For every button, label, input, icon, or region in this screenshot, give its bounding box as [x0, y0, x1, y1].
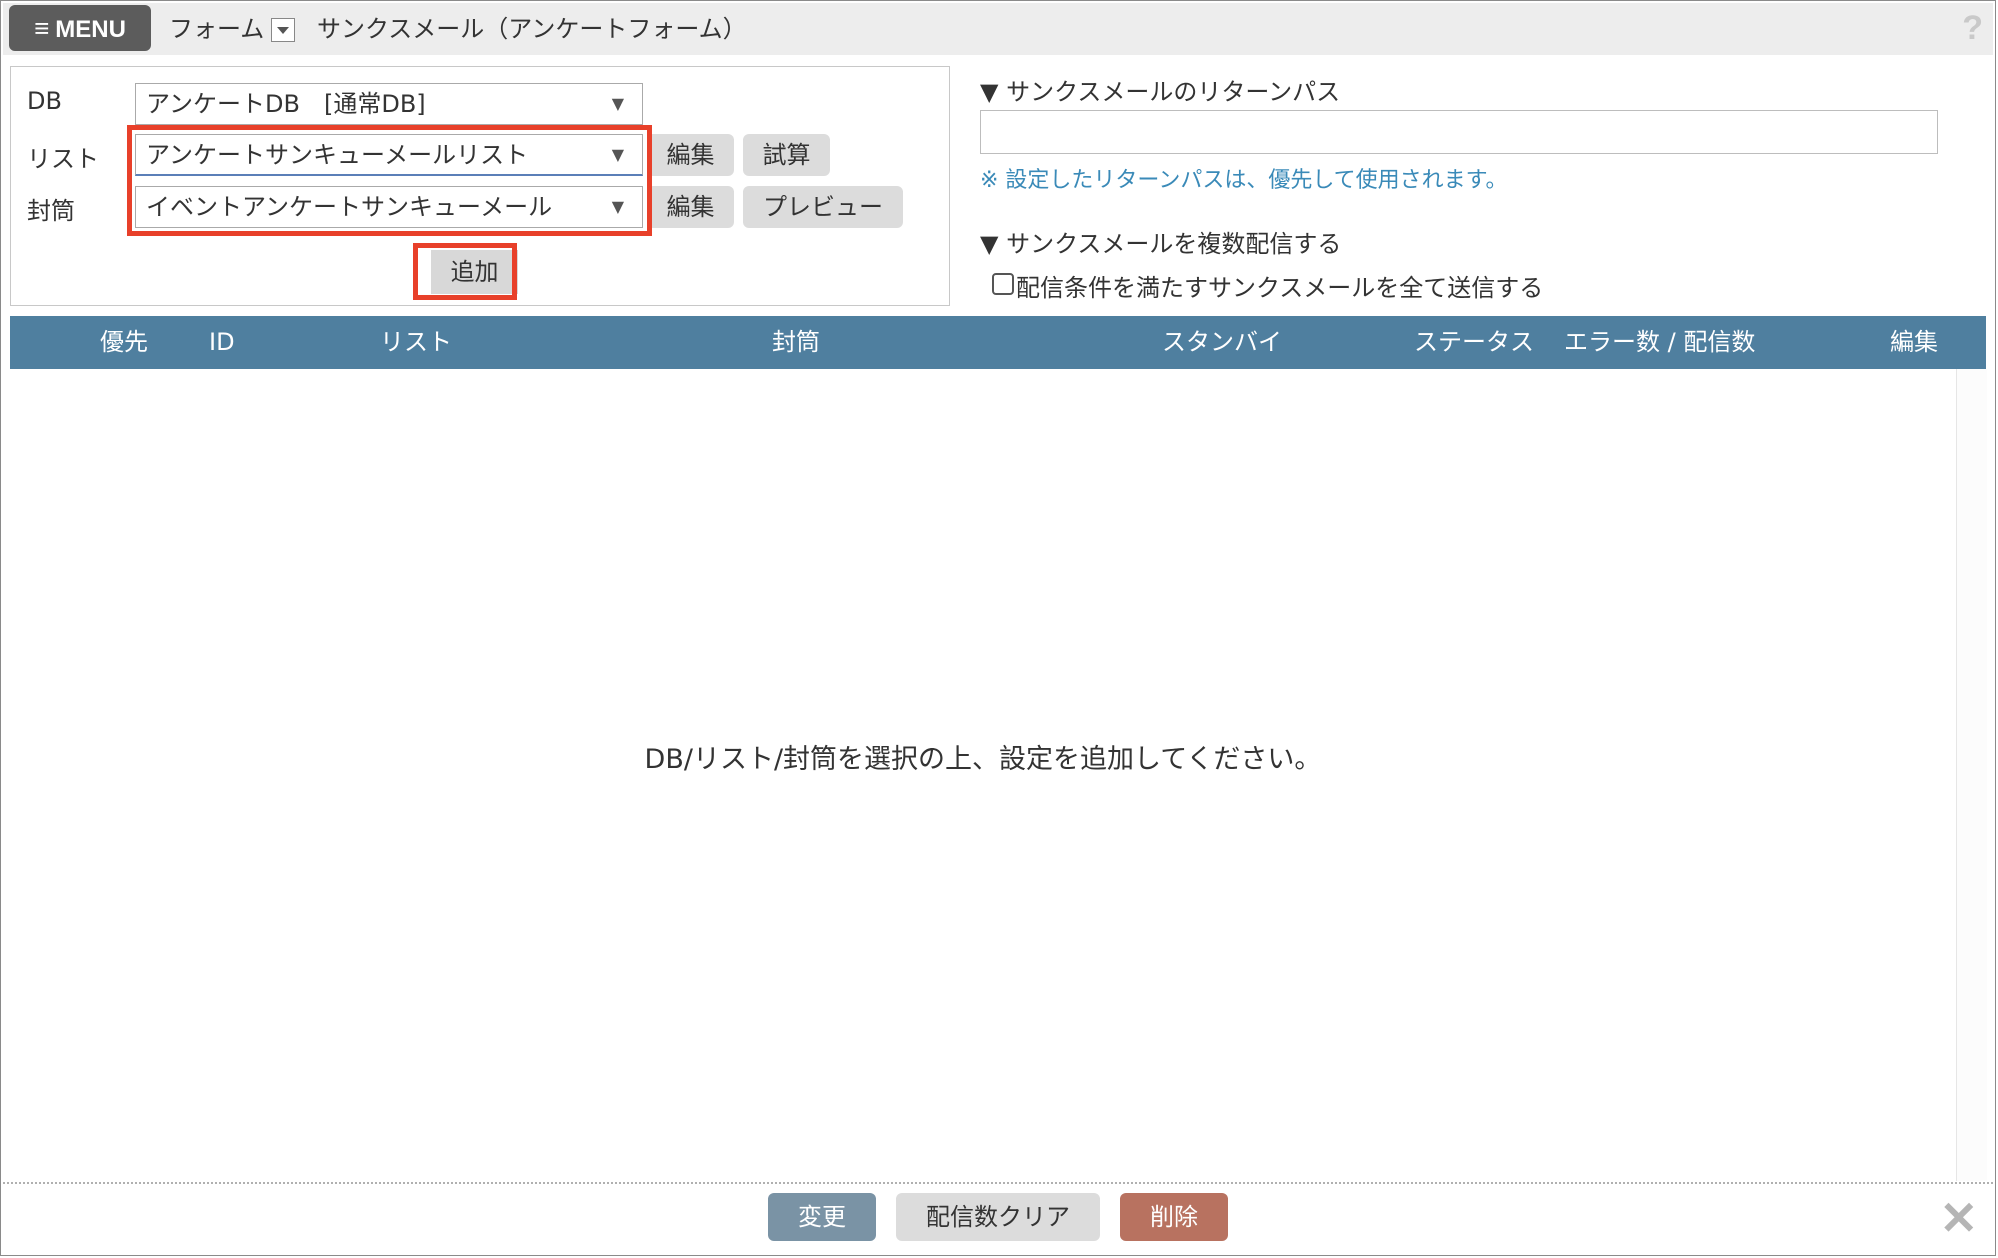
list-label: リスト	[27, 145, 99, 173]
db-select[interactable]: アンケートDB [通常DB] ▼	[135, 83, 643, 125]
column-standby[interactable]: スタンバイ	[1162, 316, 1282, 369]
column-edit[interactable]: 編集	[1890, 316, 1938, 369]
column-status[interactable]: ステータス	[1414, 316, 1534, 369]
db-label: DB	[27, 87, 62, 115]
list-edit-button[interactable]: 編集	[647, 134, 734, 176]
highlight-box-selects	[127, 125, 652, 236]
clear-count-button[interactable]: 配信数クリア	[896, 1193, 1100, 1241]
column-envelope[interactable]: 封筒	[772, 316, 820, 369]
envelope-label: 封筒	[27, 197, 75, 225]
page-title: サンクスメール（アンケートフォーム）	[317, 15, 747, 43]
return-path-note: ※ 設定したリターンパスは、優先して使用されます。	[980, 168, 1508, 193]
empty-message: DB/リスト/封筒を選択の上、設定を追加してください。	[644, 744, 1322, 775]
db-select-value: アンケートDB [通常DB]	[146, 90, 426, 118]
footer-divider	[3, 1182, 1993, 1184]
column-error-count[interactable]: エラー数 / 配信数	[1564, 316, 1755, 369]
vertical-scrollbar[interactable]	[1956, 369, 1987, 1181]
hamburger-icon: ≡	[34, 13, 50, 43]
top-bar: ≡ MENU フォーム サンクスメール（アンケートフォーム） ?	[3, 3, 1993, 55]
multi-delivery-heading[interactable]: ▼ サンクスメールを複数配信する	[980, 224, 1341, 259]
breadcrumb-form[interactable]: フォーム	[169, 3, 264, 55]
close-icon[interactable]: ✕	[1939, 1194, 1978, 1242]
envelope-edit-button[interactable]: 編集	[647, 186, 734, 228]
dropdown-arrow-icon: ▼	[611, 94, 624, 113]
column-list[interactable]: リスト	[380, 316, 452, 369]
menu-button[interactable]: ≡ MENU	[9, 5, 151, 51]
return-path-input[interactable]	[980, 110, 1938, 154]
column-priority[interactable]: 優先	[100, 316, 148, 369]
preview-button[interactable]: プレビュー	[743, 186, 903, 228]
table-header: 優先 ID リスト 封筒 スタンバイ ステータス エラー数 / 配信数 編集	[10, 316, 1986, 369]
selection-panel: DB アンケートDB [通常DB] ▼ リスト アンケートサンキューメールリスト…	[10, 66, 950, 306]
table-body: DB/リスト/封筒を選択の上、設定を追加してください。	[10, 369, 1956, 1181]
menu-label: MENU	[55, 16, 126, 43]
highlight-box-add	[413, 243, 517, 300]
delete-button[interactable]: 削除	[1120, 1193, 1228, 1241]
chevron-down-icon[interactable]	[271, 18, 295, 42]
return-path-heading[interactable]: ▼ サンクスメールのリターンパス	[980, 72, 1340, 107]
change-button[interactable]: 変更	[768, 1193, 876, 1241]
column-id[interactable]: ID	[209, 316, 235, 369]
send-all-checkbox[interactable]	[992, 273, 1014, 295]
trial-button[interactable]: 試算	[743, 134, 830, 176]
help-icon[interactable]: ?	[1962, 9, 1983, 48]
send-all-checkbox-label[interactable]: 配信条件を満たすサンクスメールを全て送信する	[1016, 268, 1543, 303]
